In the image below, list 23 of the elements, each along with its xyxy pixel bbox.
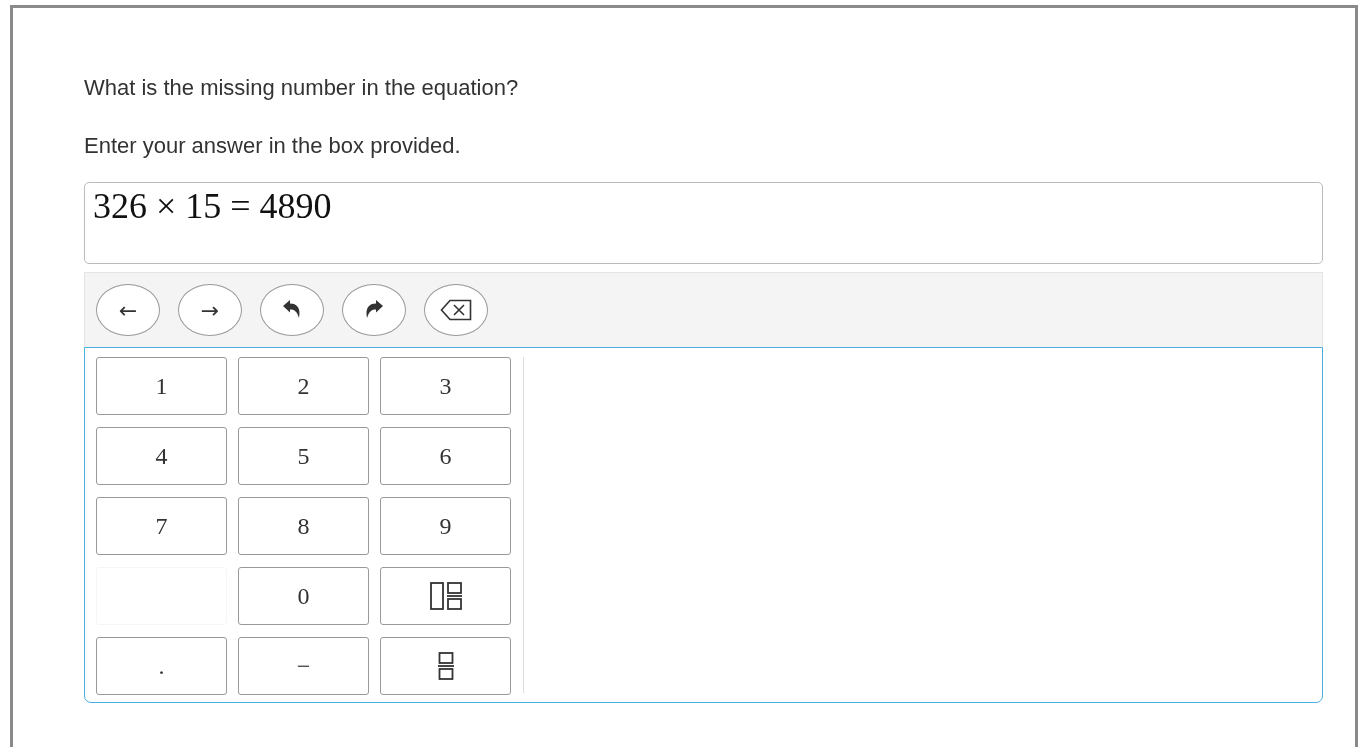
- keypad-key[interactable]: 1: [96, 357, 227, 415]
- keypad-key[interactable]: 0: [238, 567, 369, 625]
- mixed-fraction-icon: [429, 582, 462, 610]
- keypad-key[interactable]: 3: [380, 357, 511, 415]
- keypad-key[interactable]: .: [96, 637, 227, 695]
- answer-box[interactable]: 326 × 15 = 4890: [84, 182, 1323, 264]
- keypad-key[interactable]: 5: [238, 427, 369, 485]
- keypad-key[interactable]: 2: [238, 357, 369, 415]
- fraction-key[interactable]: [380, 637, 511, 695]
- question-text: What is the missing number in the equation?: [84, 76, 520, 100]
- arrow-button[interactable]: →: [178, 284, 242, 336]
- backspace-icon: [440, 299, 472, 321]
- equation-text: 326 × 15 = 4890: [93, 186, 332, 226]
- keypad-key[interactable]: 6: [380, 427, 511, 485]
- instruction-text: Enter your answer in the box provided.: [84, 134, 462, 158]
- mixed-fraction-key[interactable]: [380, 567, 511, 625]
- keypad-key[interactable]: 7: [96, 497, 227, 555]
- keypad-key[interactable]: 8: [238, 497, 369, 555]
- arrow-button[interactable]: ←: [96, 284, 160, 336]
- keypad-key[interactable]: 9: [380, 497, 511, 555]
- keypad-key[interactable]: 4: [96, 427, 227, 485]
- keypad-key[interactable]: −: [238, 637, 369, 695]
- fraction-icon: [437, 652, 454, 680]
